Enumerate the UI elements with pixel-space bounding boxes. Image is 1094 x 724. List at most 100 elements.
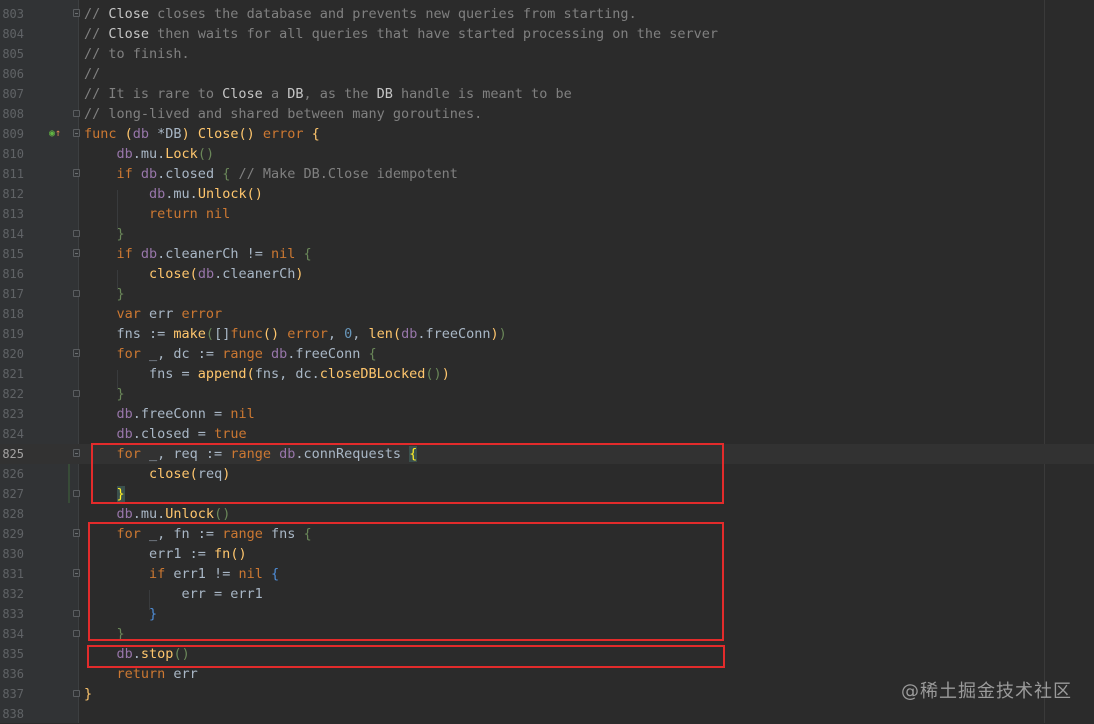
code-line[interactable]: 805 // to finish. [0,44,1094,64]
code-token: () [214,506,231,522]
fold-collapse-icon[interactable] [73,449,80,457]
code-line[interactable]: 828 db.mu.Unlock() [0,504,1094,524]
code-text[interactable]: var err error [84,304,223,324]
line-number: 837 [2,687,24,701]
code-line[interactable]: 820 for _, dc := range db.freeConn { [0,344,1094,364]
code-token: , as the [303,86,377,102]
fold-collapse-icon[interactable] [73,349,80,357]
fold-end-icon[interactable] [73,110,80,117]
code-text[interactable]: } [84,384,125,404]
implements-method-icon[interactable]: ◉↑ [49,127,61,141]
line-number: 822 [2,387,24,401]
code-token: append [197,366,247,382]
code-text[interactable]: // [84,64,100,84]
code-token: len [368,326,393,342]
code-token: ) [181,126,198,142]
code-line[interactable]: 823 db.freeConn = nil [0,404,1094,424]
code-token: then waits for all queries that have sta… [149,26,718,42]
code-line[interactable]: 809 ◉↑ func (db *DB) Close() error { [0,124,1094,144]
code-line[interactable]: 824 db.closed = true [0,424,1094,444]
code-token: Close [108,6,150,22]
line-number: 836 [2,667,24,681]
code-token: db [116,506,133,522]
code-token: range [222,346,271,362]
fold-collapse-icon[interactable] [73,529,80,537]
fold-end-icon[interactable] [73,490,80,497]
code-line[interactable]: 822 } [0,384,1094,404]
code-text[interactable]: } [84,684,92,704]
line-number: 807 [2,87,24,101]
code-text[interactable]: } [84,284,125,304]
code-text[interactable]: if db.cleanerCh != nil { [84,244,312,264]
code-token: Close [222,86,263,102]
code-token: // It is rare to [84,86,223,102]
code-line[interactable]: 814 } [0,224,1094,244]
fold-end-icon[interactable] [73,290,80,297]
code-line[interactable]: 804 // Close then waits for all queries t… [0,24,1094,44]
code-line[interactable]: 838 [0,704,1094,724]
fold-end-icon[interactable] [73,390,80,397]
code-line[interactable]: 806 // [0,64,1094,84]
code-line[interactable]: 821 fns = append(fns, dc.closeDBLocked()… [0,364,1094,384]
code-line[interactable]: 813 return nil [0,204,1094,224]
code-token: db [149,186,166,202]
code-text[interactable]: fns := make([]func() error, 0, len(db.fr… [84,324,507,344]
fold-collapse-icon[interactable] [73,169,80,177]
code-text[interactable]: // to finish. [84,44,190,64]
code-line[interactable]: 818 var err error [0,304,1094,324]
line-number: 810 [2,147,24,161]
fold-end-icon[interactable] [73,230,80,237]
code-line[interactable]: 810 db.mu.Lock() [0,144,1094,164]
code-line[interactable]: 816 close(db.cleanerCh) [0,264,1094,284]
code-text[interactable]: // long-lived and shared between many go… [84,104,482,124]
code-text[interactable]: return nil [84,204,230,224]
code-text[interactable]: // Close closes the database and prevent… [84,4,637,24]
code-text[interactable]: db.mu.Unlock() [84,504,231,524]
code-line[interactable]: 815 if db.cleanerCh != nil { [0,244,1094,264]
code-line[interactable]: 819 fns := make([]func() error, 0, len(d… [0,324,1094,344]
code-token: close [149,266,190,282]
code-text[interactable]: db.closed = true [84,424,247,444]
code-token: // [84,6,109,22]
code-text[interactable]: fns = append(fns, dc.closeDBLocked()) [84,364,450,384]
code-line[interactable]: 808 // long-lived and shared between many… [0,104,1094,124]
line-number: 817 [2,287,24,301]
code-line[interactable]: 817 } [0,284,1094,304]
code-text[interactable]: if db.closed { // Make DB.Close idempote… [84,164,458,184]
code-token: .closed [157,166,223,182]
fold-collapse-icon[interactable] [73,249,80,257]
fold-end-icon[interactable] [73,610,80,617]
code-text[interactable]: func (db *DB) Close() error { [84,124,320,144]
fold-end-icon[interactable] [73,630,80,637]
code-token: // long-lived and shared between many go… [84,106,483,122]
code-text[interactable]: db.freeConn = nil [84,404,255,424]
fold-end-icon[interactable] [73,690,80,697]
code-token: , [352,326,369,342]
code-line[interactable]: 807 // It is rare to Close a DB, as the D… [0,84,1094,104]
line-number: 805 [2,47,24,61]
code-token: db [140,246,158,262]
code-text[interactable]: } [84,224,125,244]
code-token: if [116,166,141,182]
fold-collapse-icon[interactable] [73,569,80,577]
code-editor[interactable]: 803 // Close closes the database and prev… [0,0,1094,723]
code-text[interactable]: // It is rare to Close a DB, as the DB h… [84,84,572,104]
line-number: 835 [2,647,24,661]
fold-collapse-icon[interactable] [73,9,80,17]
code-token: .cleanerCh [214,266,296,282]
code-token: error [262,126,312,142]
code-token: , [327,326,345,342]
code-line[interactable]: 812 db.mu.Unlock() [0,184,1094,204]
fold-collapse-icon[interactable] [73,129,80,137]
code-token: _, dc := [149,346,223,362]
code-text[interactable]: db.mu.Lock() [84,144,215,164]
code-line[interactable]: 811 if db.closed { // Make DB.Close idem… [0,164,1094,184]
code-text[interactable]: for _, dc := range db.freeConn { [84,344,377,364]
code-text[interactable]: // Close then waits for all queries that… [84,24,718,44]
code-line[interactable]: 803 // Close closes the database and prev… [0,4,1094,24]
line-number: 827 [2,487,24,501]
code-text[interactable]: db.mu.Unlock() [84,184,263,204]
